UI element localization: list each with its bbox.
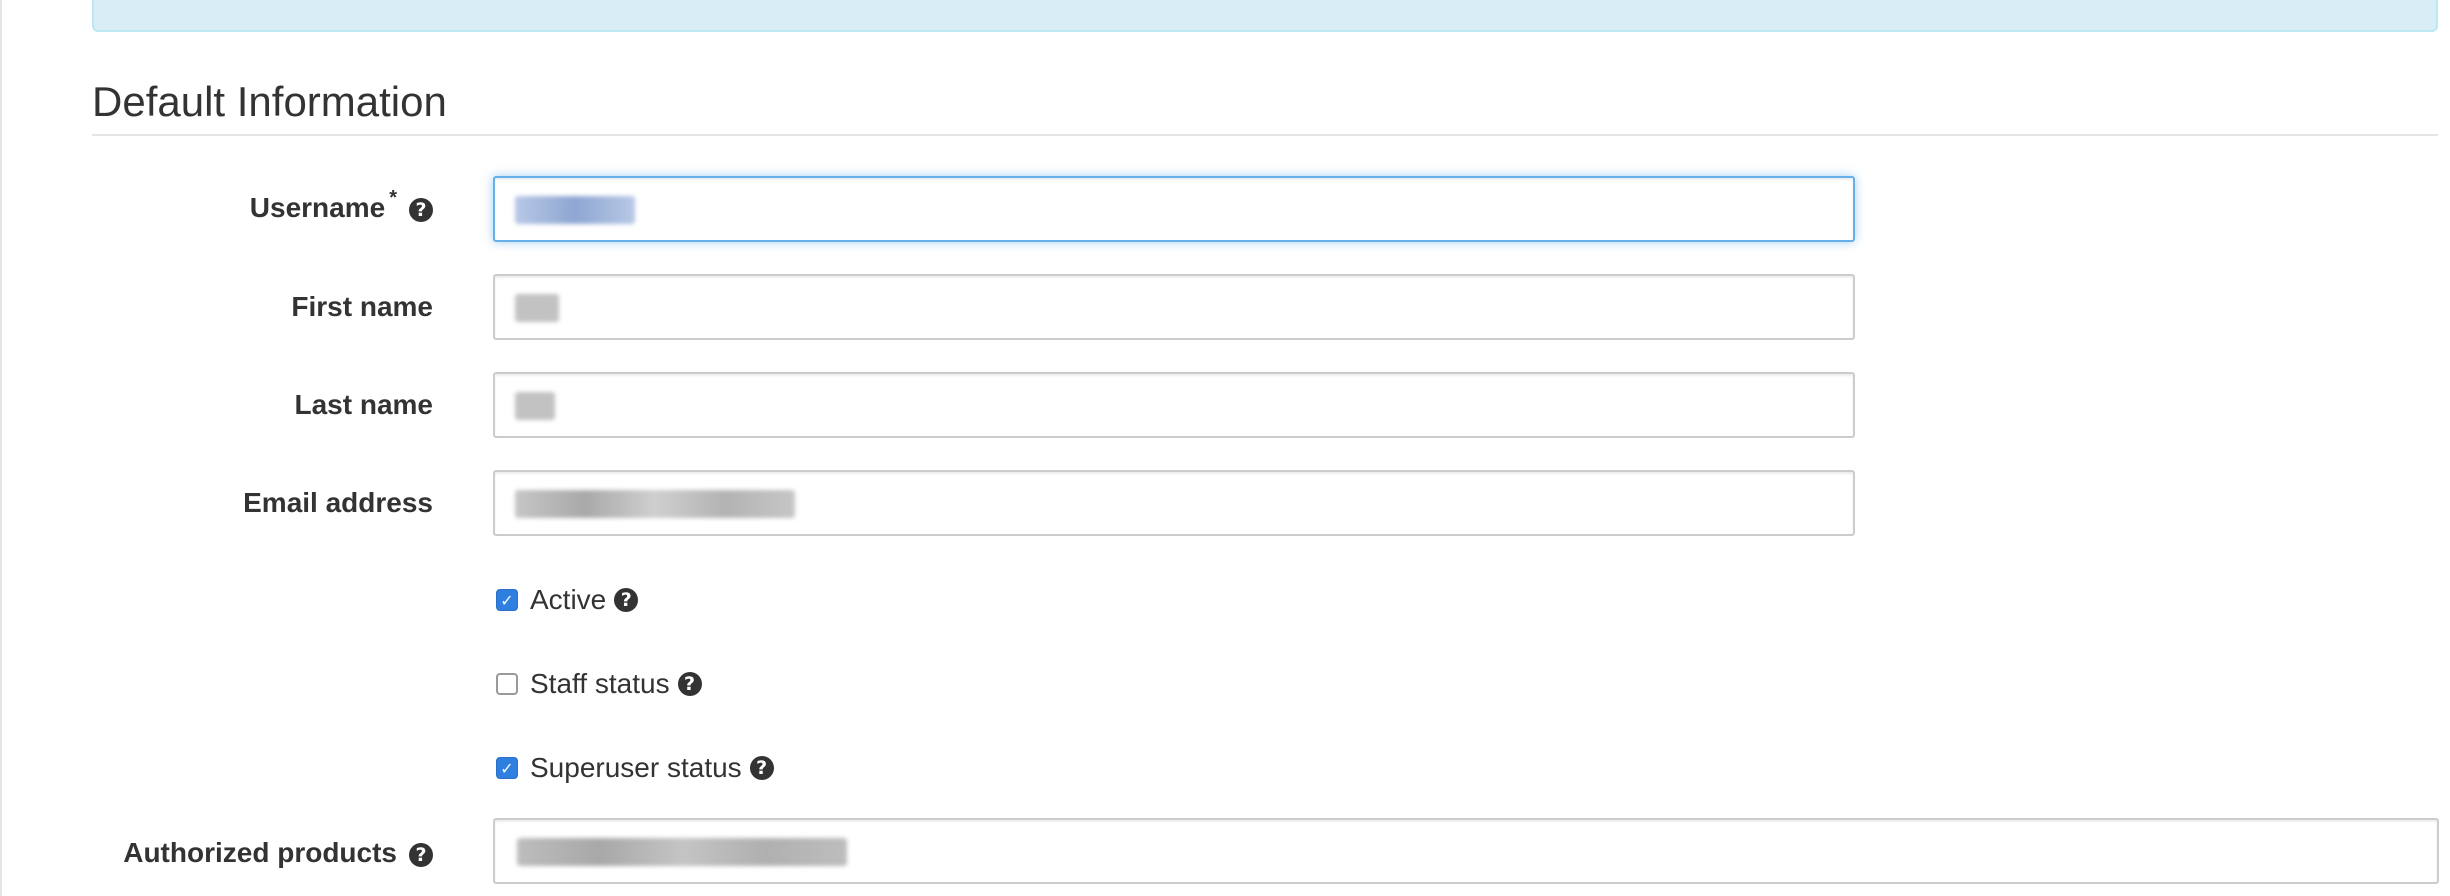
help-icon[interactable]: ? [614,588,639,612]
staff-status-checkbox[interactable] [496,673,518,695]
username-input[interactable] [493,176,1855,242]
staff-status-checkbox-row[interactable]: Staff status ? [496,668,702,700]
redacted-value [515,196,635,224]
section-title: Default Information [92,78,447,125]
email-label: Email address [243,487,433,519]
authorized-products-label: Authorized products ? [123,837,433,869]
section-divider [92,134,2438,136]
last-name-input[interactable] [493,372,1855,438]
last-name-label-text: Last name [294,389,434,420]
redacted-value [515,490,795,518]
page-left-border [0,0,2,896]
last-name-label: Last name [295,389,434,421]
active-checkbox[interactable]: ✓ [496,589,518,611]
redacted-value [515,294,559,322]
username-label-text: Username [249,192,386,223]
help-icon[interactable]: ? [409,843,433,867]
help-icon[interactable]: ? [409,198,433,222]
superuser-status-checkbox-row[interactable]: ✓ Superuser status ? [496,752,774,784]
email-label-text: Email address [243,487,433,518]
first-name-label: First name [291,291,433,323]
first-name-input[interactable] [493,274,1855,340]
redacted-value [515,392,555,420]
superuser-status-label: Superuser status [530,752,742,783]
email-input[interactable] [493,470,1855,536]
username-label: Username * ? [249,188,433,224]
authorized-products-select[interactable] [493,818,2439,884]
staff-status-label: Staff status [530,668,670,699]
help-icon[interactable]: ? [749,756,774,780]
info-alert-banner [92,0,2438,32]
first-name-label-text: First name [291,291,433,322]
superuser-status-checkbox[interactable]: ✓ [496,757,518,779]
authorized-products-label-text: Authorized products [123,837,397,868]
required-asterisk: * [389,187,397,209]
active-checkbox-row[interactable]: ✓ Active ? [496,584,639,616]
active-label: Active [530,584,607,615]
help-icon[interactable]: ? [677,672,702,696]
redacted-value [517,838,847,866]
